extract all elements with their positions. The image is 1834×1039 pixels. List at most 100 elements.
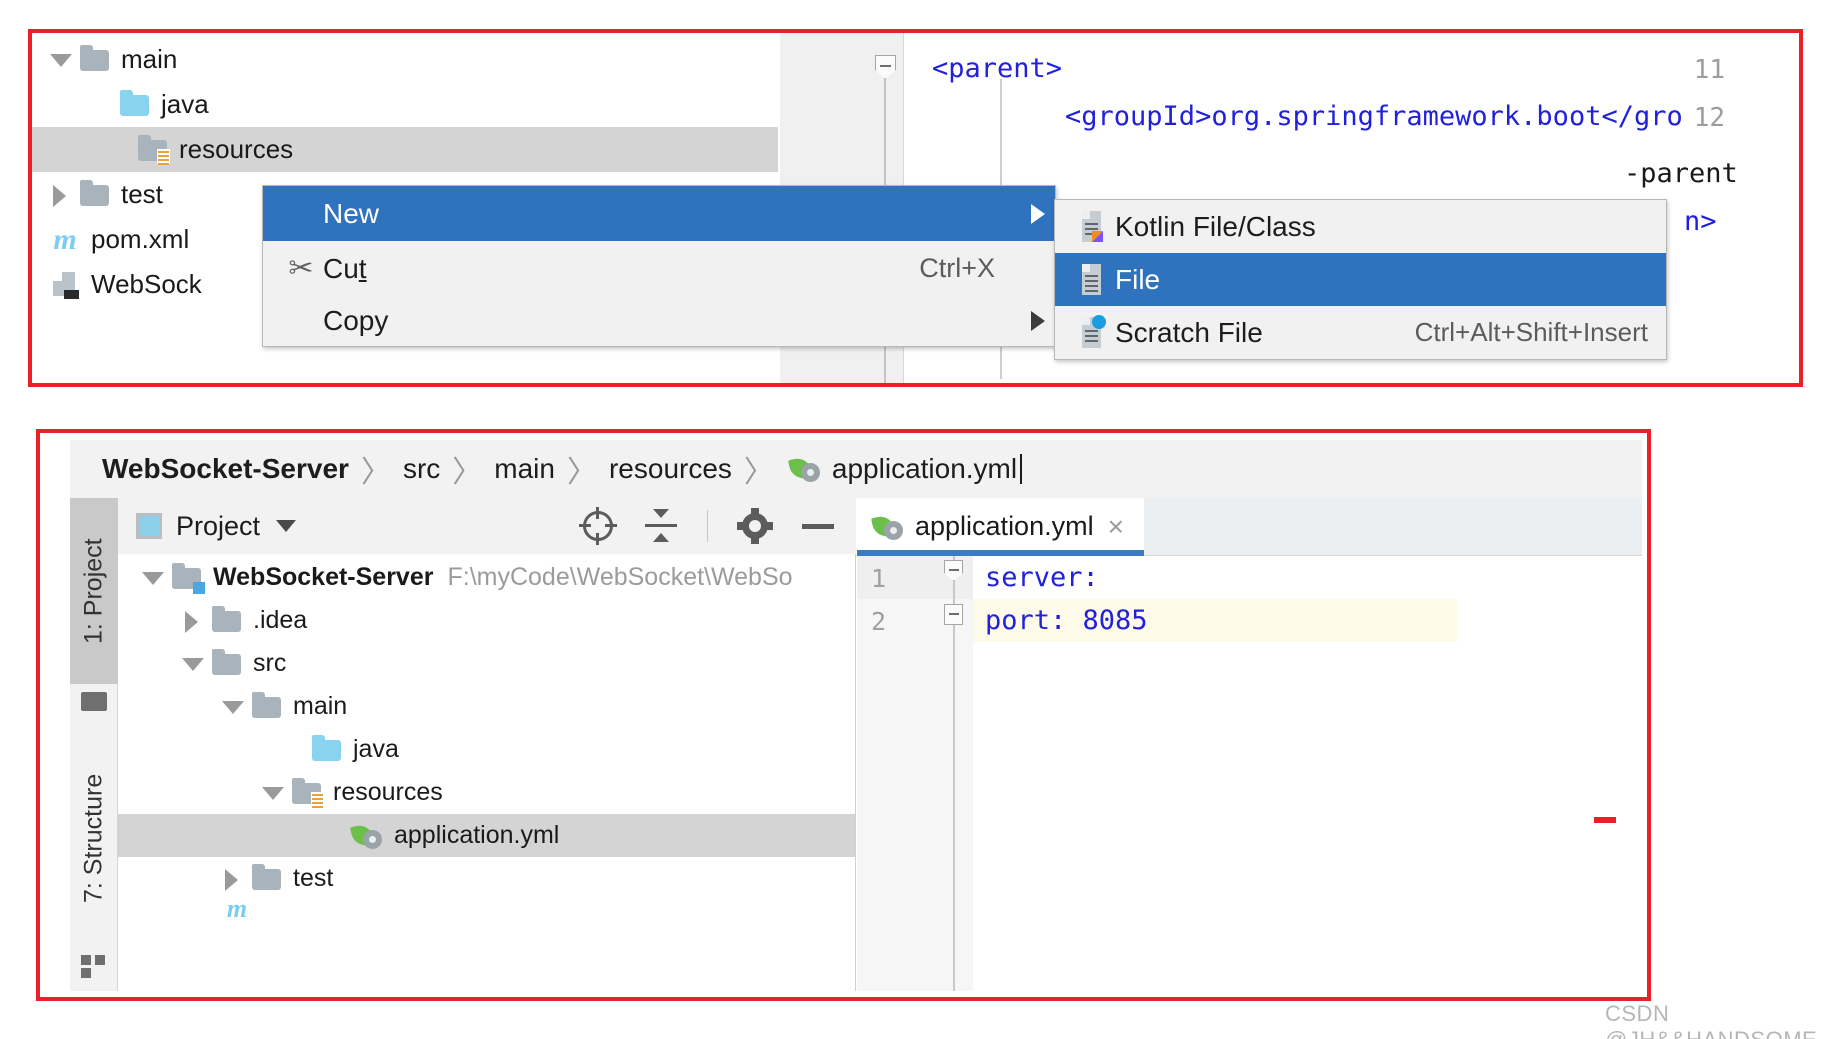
tree-item-label: main	[293, 692, 347, 721]
code-content[interactable]: server: port: 8085	[973, 556, 1642, 991]
tree-item-idea[interactable]: .idea	[118, 599, 855, 642]
folder-source-icon	[120, 92, 150, 118]
tree-item-main[interactable]: main	[118, 685, 855, 728]
tree-item-main[interactable]: main	[32, 37, 792, 82]
tree-item-label: src	[253, 649, 286, 678]
expand-arrow-icon[interactable]	[142, 568, 162, 588]
menu-item-label: Copy	[323, 305, 1021, 337]
project-tool-window-header[interactable]: Project	[118, 498, 448, 554]
collapse-all-icon[interactable]	[645, 509, 677, 543]
breadcrumb-file[interactable]: application.yml	[832, 453, 1017, 485]
menu-item-label: New	[323, 198, 1021, 230]
expand-arrow-icon[interactable]	[262, 783, 282, 803]
expand-arrow-icon[interactable]	[182, 654, 202, 674]
breadcrumb[interactable]: WebSocket-Server 〉 src 〉 main 〉 resource…	[70, 440, 1642, 498]
tree-item-label: resources	[333, 778, 443, 807]
menu-item-label: Cut	[323, 253, 919, 285]
tree-item-label: application.yml	[394, 821, 559, 850]
menu-item-copy[interactable]: Copy	[263, 296, 1055, 346]
structure-icon	[79, 953, 109, 979]
context-menu[interactable]: New ✂ Cut Ctrl+X Copy	[262, 185, 1056, 347]
hide-icon[interactable]	[802, 524, 834, 529]
breadcrumb-separator-icon: 〉	[744, 447, 774, 491]
editor-tab-application-yml[interactable]: application.yml ×	[857, 498, 1144, 555]
tree-item-java[interactable]: java	[32, 82, 792, 127]
breadcrumb-resources[interactable]: resources	[609, 453, 732, 485]
collapse-arrow-icon[interactable]	[50, 185, 70, 205]
folder-resources-icon	[292, 780, 322, 806]
tree-item-partial[interactable]: m	[118, 900, 855, 918]
expand-arrow-icon[interactable]	[50, 50, 70, 70]
text-caret	[1020, 454, 1022, 484]
breadcrumb-src[interactable]: src	[403, 453, 440, 485]
code-line: port: 8085	[985, 599, 1148, 642]
ide-window: WebSocket-Server 〉 src 〉 main 〉 resource…	[46, 440, 1642, 991]
code-line: server:	[985, 556, 1099, 599]
tree-item-label: java	[161, 89, 209, 120]
submenu-item-label: File	[1115, 264, 1160, 296]
spacer-icon	[50, 95, 70, 115]
tree-item-java[interactable]: java	[118, 728, 855, 771]
spacer-icon	[302, 826, 322, 846]
maven-icon: m	[50, 227, 80, 253]
tree-item-label: pom.xml	[91, 224, 189, 255]
spacer-icon	[262, 740, 282, 760]
screenshot-root: main java resources	[0, 0, 1834, 1039]
tree-item-label: test	[121, 179, 163, 210]
scissors-icon: ✂	[279, 254, 323, 284]
close-icon[interactable]: ×	[1108, 511, 1124, 543]
breadcrumb-separator-icon: 〉	[567, 447, 597, 491]
submenu-item-file[interactable]: File	[1055, 253, 1666, 306]
sidebar-tab-project[interactable]: 1: Project	[70, 498, 118, 684]
spring-yaml-icon	[352, 822, 384, 850]
maven-icon: m	[222, 900, 252, 918]
submenu-item-kotlin-file-class[interactable]: Kotlin File/Class	[1055, 200, 1666, 253]
module-icon	[172, 565, 202, 591]
folder-icon	[252, 694, 282, 720]
spring-yaml-icon	[790, 455, 822, 483]
project-tool-window-toolbar	[448, 498, 856, 554]
expand-arrow-icon[interactable]	[222, 697, 242, 717]
jar-icon	[50, 271, 80, 299]
project-tool-window-title: Project	[176, 511, 260, 542]
tree-item-resources[interactable]: resources	[118, 771, 855, 814]
code-line: <groupId>org.springframework.boot</gro	[1000, 101, 1683, 132]
kotlin-file-icon	[1067, 211, 1115, 243]
scratch-file-icon	[1067, 317, 1115, 349]
fold-end-icon[interactable]	[944, 604, 963, 625]
submenu-arrow-icon	[1021, 204, 1055, 224]
menu-item-new[interactable]: New	[263, 186, 1055, 241]
folder-source-icon	[312, 737, 342, 763]
spring-yaml-icon	[873, 513, 905, 541]
submenu-item-label: Kotlin File/Class	[1115, 211, 1316, 243]
tree-item-label: java	[353, 735, 399, 764]
top-panel: main java resources	[32, 33, 1799, 383]
code-line: n>	[1684, 206, 1717, 237]
collapse-arrow-icon[interactable]	[182, 611, 202, 631]
tree-item-resources[interactable]: resources	[32, 127, 778, 172]
sidebar-tab-structure[interactable]: 7: Structure	[70, 730, 118, 946]
tree-item-src[interactable]: src	[118, 642, 855, 685]
toolbar-divider	[707, 510, 708, 542]
breadcrumb-separator-icon: 〉	[452, 447, 482, 491]
breadcrumb-main[interactable]: main	[494, 453, 555, 485]
folder-icon	[212, 651, 242, 677]
menu-item-shortcut: Ctrl+X	[919, 253, 1021, 284]
chevron-down-icon[interactable]	[276, 520, 296, 532]
tree-item-websocket-server[interactable]: WebSocket-Server F:\myCode\WebSocket\Web…	[118, 556, 855, 599]
tree-item-label: main	[121, 44, 177, 75]
breadcrumb-project[interactable]: WebSocket-Server	[102, 453, 349, 485]
tree-item-test[interactable]: test	[118, 857, 855, 900]
tree-item-label: WebSock	[91, 269, 202, 300]
menu-item-cut[interactable]: ✂ Cut Ctrl+X	[263, 241, 1055, 296]
tree-item-application-yml[interactable]: application.yml	[118, 814, 855, 857]
settings-gear-icon[interactable]	[738, 509, 772, 543]
submenu-item-scratch-file[interactable]: Scratch File Ctrl+Alt+Shift+Insert	[1055, 306, 1666, 359]
collapse-arrow-icon[interactable]	[222, 869, 242, 889]
editor-tab-label: application.yml	[915, 511, 1094, 542]
new-submenu[interactable]: Kotlin File/Class File	[1054, 199, 1667, 360]
submenu-arrow-icon	[1021, 311, 1055, 331]
submenu-item-label: Scratch File	[1115, 317, 1263, 349]
tool-window-bar: 1: Project 7: Structure	[70, 498, 118, 991]
locate-icon[interactable]	[581, 509, 615, 543]
